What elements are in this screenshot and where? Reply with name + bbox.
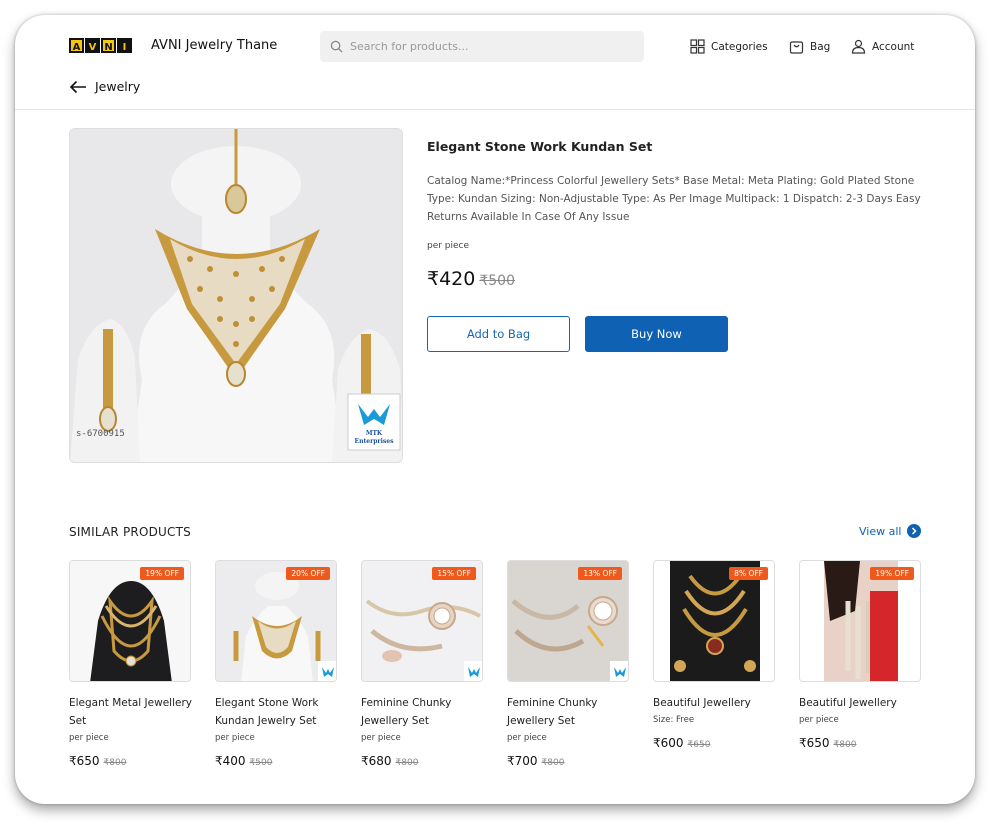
logo-letter: A bbox=[69, 38, 84, 53]
discount-badge: 20% OFF bbox=[286, 567, 330, 580]
similar-product-price: ₹600 bbox=[653, 736, 684, 750]
similar-product-unit: per piece bbox=[799, 715, 839, 725]
similar-product-price-row: ₹650 ₹800 bbox=[799, 736, 922, 750]
similar-product-mrp: ₹650 bbox=[687, 740, 711, 750]
product-image[interactable]: s-6700915 MTK Enterprises bbox=[69, 128, 403, 463]
product-thumbnail[interactable]: 15% OFF bbox=[361, 560, 483, 682]
similar-product-card[interactable]: 19% OFF Beautiful Jewellery per piece ₹6… bbox=[799, 560, 922, 750]
image-watermark: s-6700915 bbox=[76, 429, 125, 439]
nav-categories[interactable]: Categories bbox=[690, 39, 768, 54]
page-frame: A V N I AVNI Jewelry Thane Categories bbox=[15, 15, 975, 804]
similar-product-mrp: ₹500 bbox=[249, 758, 273, 768]
product-thumbnail[interactable]: 8% OFF bbox=[653, 560, 775, 682]
search-bar[interactable] bbox=[320, 31, 644, 62]
similar-product-unit: per piece bbox=[215, 733, 255, 743]
search-input[interactable] bbox=[350, 40, 630, 53]
similar-product-card[interactable]: 20% OFF Elegant Stone Work Kundan Jewelr… bbox=[215, 560, 338, 768]
similar-product-mrp: ₹800 bbox=[103, 758, 127, 768]
store-name[interactable]: AVNI Jewelry Thane bbox=[151, 38, 277, 53]
user-icon bbox=[851, 39, 866, 54]
similar-product-mrp: ₹800 bbox=[541, 758, 565, 768]
add-to-bag-button[interactable]: Add to Bag bbox=[427, 316, 570, 352]
nav-account-label: Account bbox=[872, 40, 915, 53]
similar-product-price: ₹700 bbox=[507, 754, 538, 768]
grid-icon bbox=[690, 39, 705, 54]
similar-product-name: Elegant Metal Jewellery Set bbox=[69, 697, 192, 727]
discount-badge: 19% OFF bbox=[140, 567, 184, 580]
similar-product-unit: per piece bbox=[69, 733, 109, 743]
header: A V N I AVNI Jewelry Thane Categories bbox=[15, 15, 975, 110]
view-all-link[interactable]: View all bbox=[859, 524, 922, 538]
brand-name-line1: MTK bbox=[365, 430, 383, 437]
nav-bag-label: Bag bbox=[810, 40, 831, 53]
discount-badge: 8% OFF bbox=[729, 567, 768, 580]
product-thumbnail[interactable]: 13% OFF bbox=[507, 560, 629, 682]
product-mrp: ₹500 bbox=[479, 273, 515, 289]
nav-account[interactable]: Account bbox=[851, 39, 914, 54]
similar-product-unit: per piece bbox=[507, 733, 547, 743]
category-label: Jewelry bbox=[95, 79, 141, 94]
bag-icon bbox=[789, 41, 804, 54]
store-logo[interactable]: A V N I bbox=[69, 38, 133, 53]
brand-name-line2: Enterprises bbox=[354, 438, 394, 445]
product-thumbnail[interactable]: 20% OFF bbox=[215, 560, 337, 682]
similar-product-size: Size: Free bbox=[653, 715, 695, 725]
similar-product-price: ₹400 bbox=[215, 754, 246, 768]
similar-product-price-row: ₹650 ₹800 bbox=[69, 754, 192, 768]
similar-products-heading: SIMILAR PRODUCTS bbox=[69, 525, 191, 539]
search-icon bbox=[330, 40, 343, 53]
similar-product-unit: per piece bbox=[361, 733, 401, 743]
similar-product-name: Feminine Chunky Jewellery Set bbox=[361, 697, 452, 727]
similar-product-price-row: ₹680 ₹800 bbox=[361, 754, 484, 768]
nav-bag[interactable]: Bag bbox=[789, 39, 830, 54]
product-title: Elegant Stone Work Kundan Set bbox=[427, 139, 653, 154]
similar-product-name: Beautiful Jewellery bbox=[799, 697, 897, 709]
product-price: ₹420 bbox=[427, 268, 476, 290]
buy-now-button[interactable]: Buy Now bbox=[585, 316, 728, 352]
chevron-right-icon bbox=[907, 524, 922, 538]
similar-product-price: ₹650 bbox=[69, 754, 100, 768]
similar-product-card[interactable]: 8% OFF Beautiful Jewellery Size: Free ₹6… bbox=[653, 560, 776, 750]
view-all-label: View all bbox=[859, 524, 902, 538]
back-link[interactable]: Jewelry bbox=[69, 79, 140, 94]
similar-product-card[interactable]: 13% OFF Feminine Chunky Jewellery Set pe… bbox=[507, 560, 630, 768]
nav-categories-label: Categories bbox=[711, 40, 768, 53]
product-price-row: ₹420 ₹500 bbox=[427, 268, 515, 290]
discount-badge: 13% OFF bbox=[578, 567, 622, 580]
discount-badge: 15% OFF bbox=[432, 567, 476, 580]
product-unit: per piece bbox=[427, 241, 470, 251]
similar-product-price-row: ₹400 ₹500 bbox=[215, 754, 338, 768]
similar-product-card[interactable]: 19% OFF Elegant Metal Jewellery Set per … bbox=[69, 560, 192, 768]
similar-product-mrp: ₹800 bbox=[395, 758, 419, 768]
similar-product-card[interactable]: 15% OFF Feminine Chunky Jewellery Set pe… bbox=[361, 560, 484, 768]
similar-product-price: ₹680 bbox=[361, 754, 392, 768]
logo-letter: N bbox=[101, 38, 116, 53]
discount-badge: 19% OFF bbox=[870, 567, 914, 580]
similar-product-name: Elegant Stone Work Kundan Jewelry Set bbox=[215, 697, 319, 727]
similar-product-price: ₹650 bbox=[799, 736, 830, 750]
similar-product-mrp: ₹800 bbox=[833, 740, 857, 750]
product-thumbnail[interactable]: 19% OFF bbox=[799, 560, 921, 682]
arrow-left-icon bbox=[69, 80, 86, 93]
product-thumbnail[interactable]: 19% OFF bbox=[69, 560, 191, 682]
similar-product-name: Beautiful Jewellery bbox=[653, 697, 751, 709]
similar-product-price-row: ₹600 ₹650 bbox=[653, 736, 776, 750]
product-description: Catalog Name:*Princess Colorful Jeweller… bbox=[427, 175, 921, 223]
logo-letter: I bbox=[117, 38, 132, 53]
logo-letter: V bbox=[85, 38, 100, 53]
similar-product-name: Feminine Chunky Jewellery Set bbox=[507, 697, 598, 727]
similar-product-price-row: ₹700 ₹800 bbox=[507, 754, 630, 768]
